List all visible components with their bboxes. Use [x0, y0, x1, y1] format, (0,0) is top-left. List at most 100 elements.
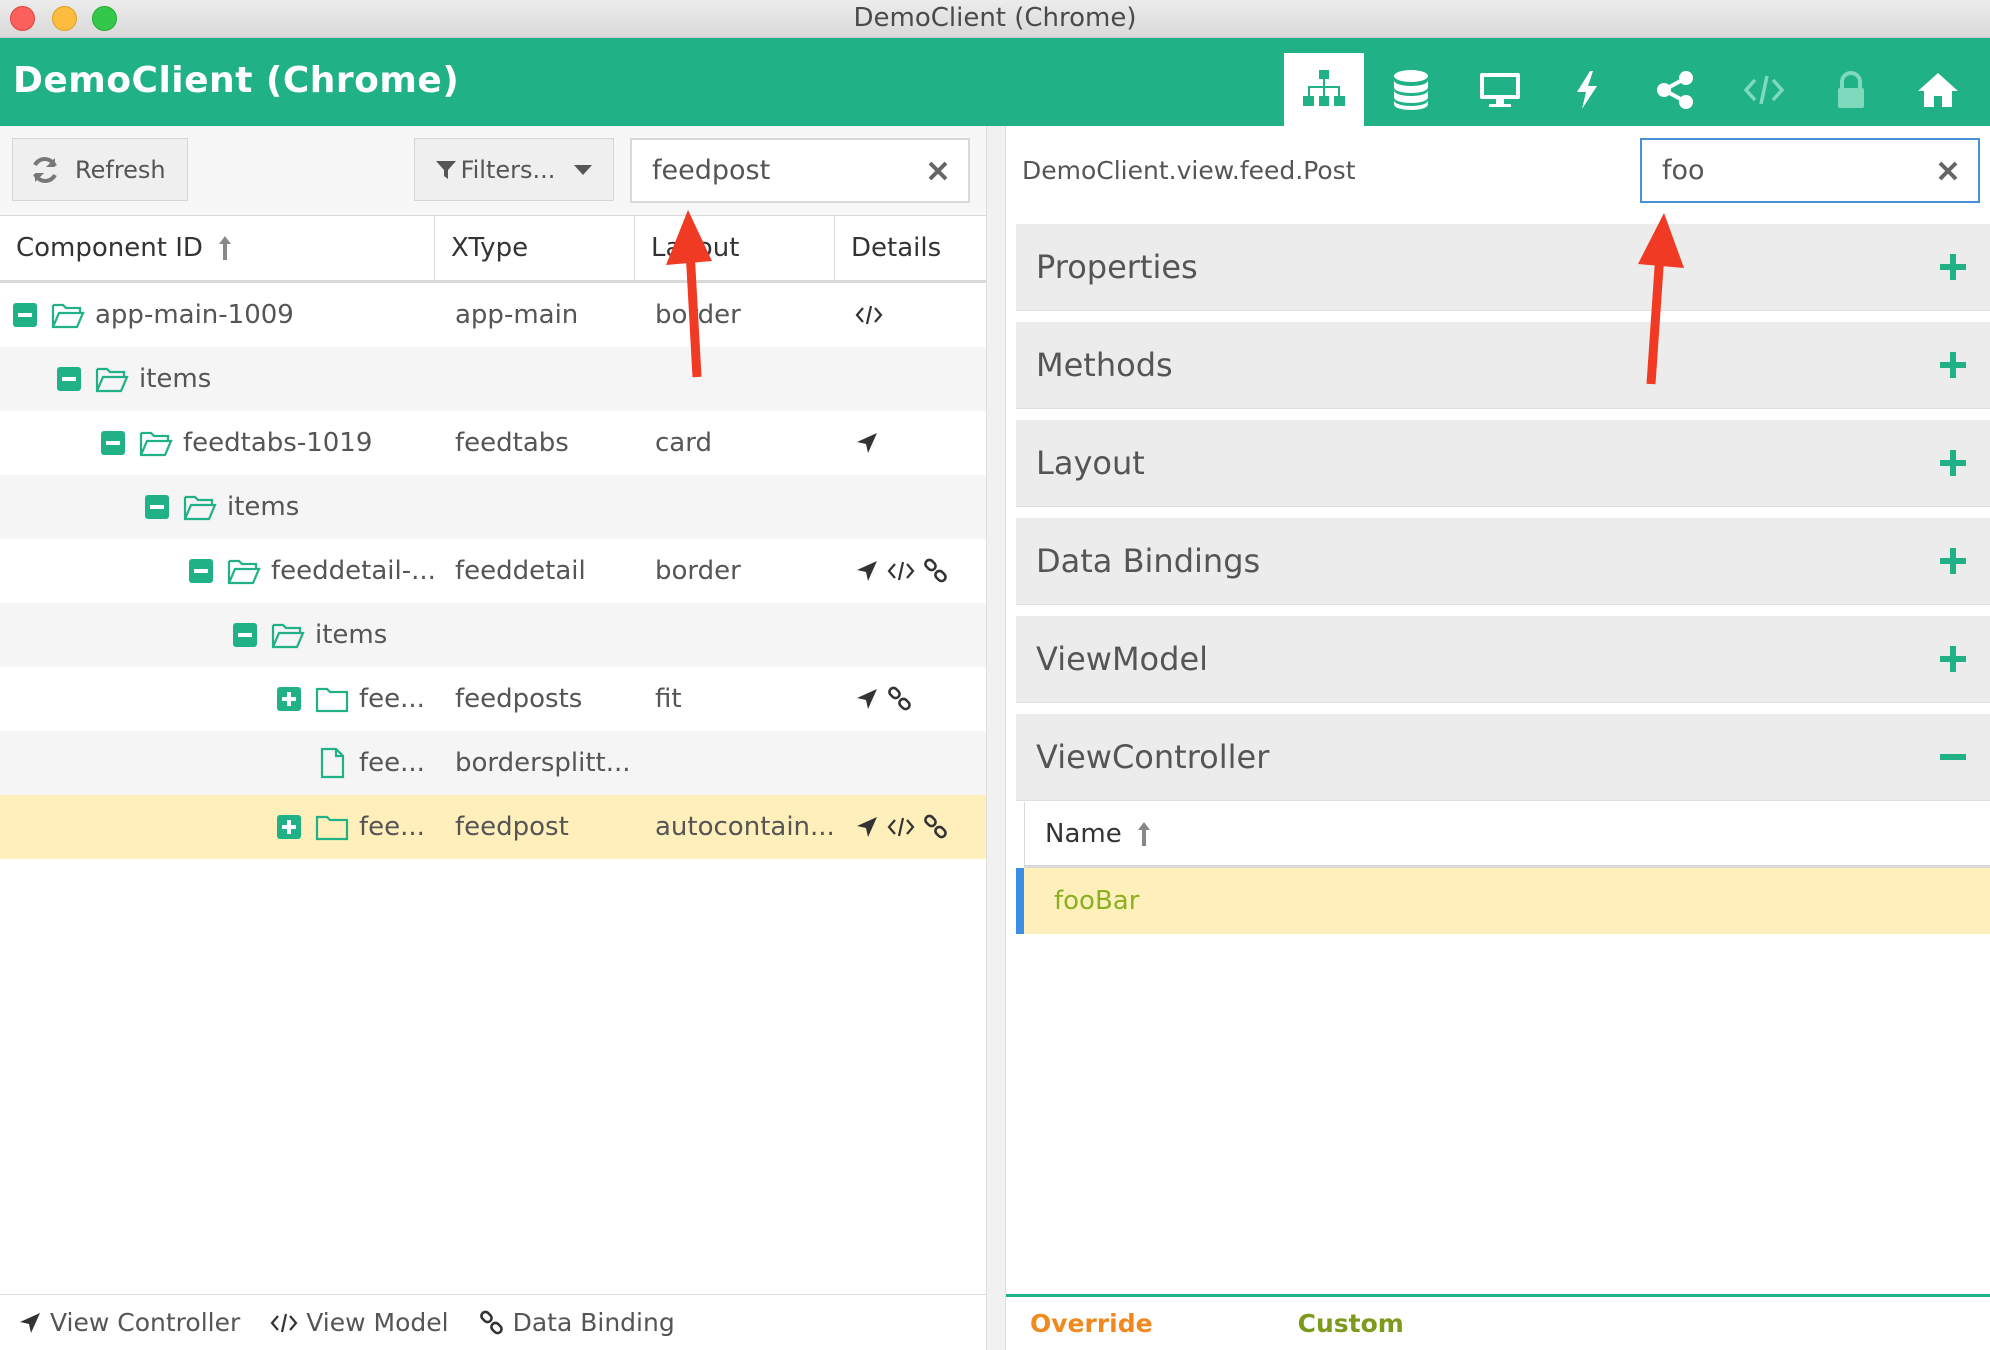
locate-icon[interactable] — [855, 815, 879, 839]
collapse-icon[interactable] — [233, 623, 257, 647]
table-row[interactable]: feeddetail-... feeddetail border — [0, 539, 986, 603]
components-icon — [1303, 69, 1345, 106]
app-title: DemoClient (Chrome) — [13, 60, 460, 101]
share-icon — [1657, 70, 1693, 109]
tree-toolbar: Refresh Filters... — [0, 126, 986, 216]
component-id: feedtabs-1019 — [183, 428, 373, 458]
xtype-value — [455, 603, 635, 667]
code-icon[interactable] — [887, 561, 915, 581]
detail-search-input[interactable] — [1662, 155, 1936, 186]
column-xtype[interactable]: XType — [435, 216, 635, 280]
component-search-input[interactable] — [652, 155, 926, 186]
component-id: fee... — [359, 748, 425, 778]
plus-icon[interactable] — [1940, 646, 1966, 672]
panel-properties[interactable]: Properties — [1016, 224, 1990, 311]
collapse-icon[interactable] — [13, 303, 37, 327]
nav-home[interactable] — [1898, 53, 1978, 126]
pane-splitter[interactable] — [986, 126, 1006, 1350]
nav-events[interactable] — [1547, 53, 1627, 126]
locate-icon[interactable] — [855, 431, 879, 455]
annotation-arrow-right — [1638, 213, 1684, 385]
locate-icon[interactable] — [855, 559, 879, 583]
table-row[interactable]: items — [0, 347, 986, 411]
legend-view-model: View Model — [270, 1308, 449, 1337]
table-row[interactable]: feedtabs-1019 feedtabs card — [0, 411, 986, 475]
component-search-box — [630, 138, 970, 203]
link-icon[interactable] — [887, 686, 913, 712]
panel-methods[interactable]: Methods — [1016, 322, 1990, 409]
table-row[interactable]: app-main-1009 app-main border — [0, 283, 986, 347]
refresh-label: Refresh — [75, 155, 166, 184]
xtype-value: app-main — [455, 300, 579, 330]
table-row[interactable]: items — [0, 475, 986, 539]
nav-lock[interactable] — [1811, 53, 1891, 126]
expand-icon[interactable] — [277, 687, 301, 711]
nav-desktop[interactable] — [1460, 53, 1540, 126]
legend-override: Override — [1030, 1309, 1153, 1338]
component-id: fee... — [359, 684, 425, 714]
folder-open-icon — [95, 367, 129, 393]
collapse-icon[interactable] — [189, 559, 213, 583]
layout-value: border — [655, 556, 741, 586]
table-row[interactable]: fee... feedposts fit — [0, 667, 986, 731]
locate-icon[interactable] — [855, 687, 879, 711]
nav-share[interactable] — [1635, 53, 1715, 126]
component-id: app-main-1009 — [95, 300, 294, 330]
panel-data-bindings[interactable]: Data Bindings — [1016, 518, 1990, 605]
folder-open-icon — [227, 559, 261, 585]
code-icon[interactable] — [887, 817, 915, 837]
legend-footer: View Controller View Model Data Binding — [0, 1294, 986, 1350]
panel-layout[interactable]: Layout — [1016, 420, 1990, 507]
link-icon[interactable] — [923, 558, 949, 584]
column-component-id[interactable]: Component ID — [0, 216, 435, 280]
minus-icon[interactable] — [1940, 744, 1966, 770]
plus-icon[interactable] — [1940, 352, 1966, 378]
link-icon — [479, 1310, 503, 1334]
link-icon[interactable] — [923, 814, 949, 840]
collapse-icon[interactable] — [145, 495, 169, 519]
nav-components[interactable] — [1284, 53, 1364, 126]
clear-search-icon[interactable] — [1936, 159, 1960, 183]
plus-icon[interactable] — [1940, 548, 1966, 574]
filter-icon — [435, 160, 456, 179]
stores-icon — [1394, 69, 1428, 110]
home-icon — [1918, 72, 1958, 107]
nav-stores[interactable] — [1371, 53, 1451, 126]
expand-icon[interactable] — [277, 815, 301, 839]
layout-value: fit — [655, 684, 682, 714]
component-id: items — [139, 364, 212, 394]
component-id: fee... — [359, 812, 425, 842]
table-row[interactable]: fee... bordersplitt... — [0, 731, 986, 795]
column-details[interactable]: Details — [835, 216, 986, 280]
table-row[interactable]: items — [0, 603, 986, 667]
refresh-button[interactable]: Refresh — [12, 138, 188, 201]
component-tree-pane: Refresh Filters... Component ID XType La… — [0, 126, 986, 1350]
file-icon — [320, 747, 345, 779]
nav-code[interactable] — [1724, 53, 1804, 126]
panel-viewcontroller[interactable]: ViewController — [1016, 714, 1990, 801]
xtype-value: bordersplitt... — [455, 748, 631, 778]
xtype-value — [455, 347, 635, 411]
collapse-icon[interactable] — [101, 431, 125, 455]
method-name: fooBar — [1054, 886, 1140, 916]
viewcontroller-grid-header[interactable]: Name — [1024, 802, 1990, 868]
viewcontroller-row-selected[interactable]: fooBar — [1016, 868, 1990, 934]
component-id: feeddetail-... — [271, 556, 435, 586]
filters-dropdown[interactable]: Filters... — [414, 138, 614, 201]
folder-open-icon — [139, 431, 173, 457]
tree-grid-header: Component ID XType Layout Details — [0, 216, 986, 283]
code-icon[interactable] — [855, 305, 883, 325]
layout-value — [655, 603, 835, 667]
xtype-value: feedtabs — [455, 428, 569, 458]
plus-icon[interactable] — [1940, 450, 1966, 476]
refresh-icon — [33, 156, 57, 183]
component-class-name: DemoClient.view.feed.Post — [1022, 156, 1356, 185]
panel-viewmodel[interactable]: ViewModel — [1016, 616, 1990, 703]
detail-legend-footer: Override Custom — [1006, 1294, 1990, 1350]
table-row-selected[interactable]: fee... feedpost autocontain... — [0, 795, 986, 859]
clear-search-icon[interactable] — [926, 159, 950, 183]
collapse-icon[interactable] — [57, 367, 81, 391]
tree-rows: app-main-1009 app-main border items feed… — [0, 283, 986, 859]
plus-icon[interactable] — [1940, 254, 1966, 280]
lightning-icon — [1577, 70, 1597, 109]
